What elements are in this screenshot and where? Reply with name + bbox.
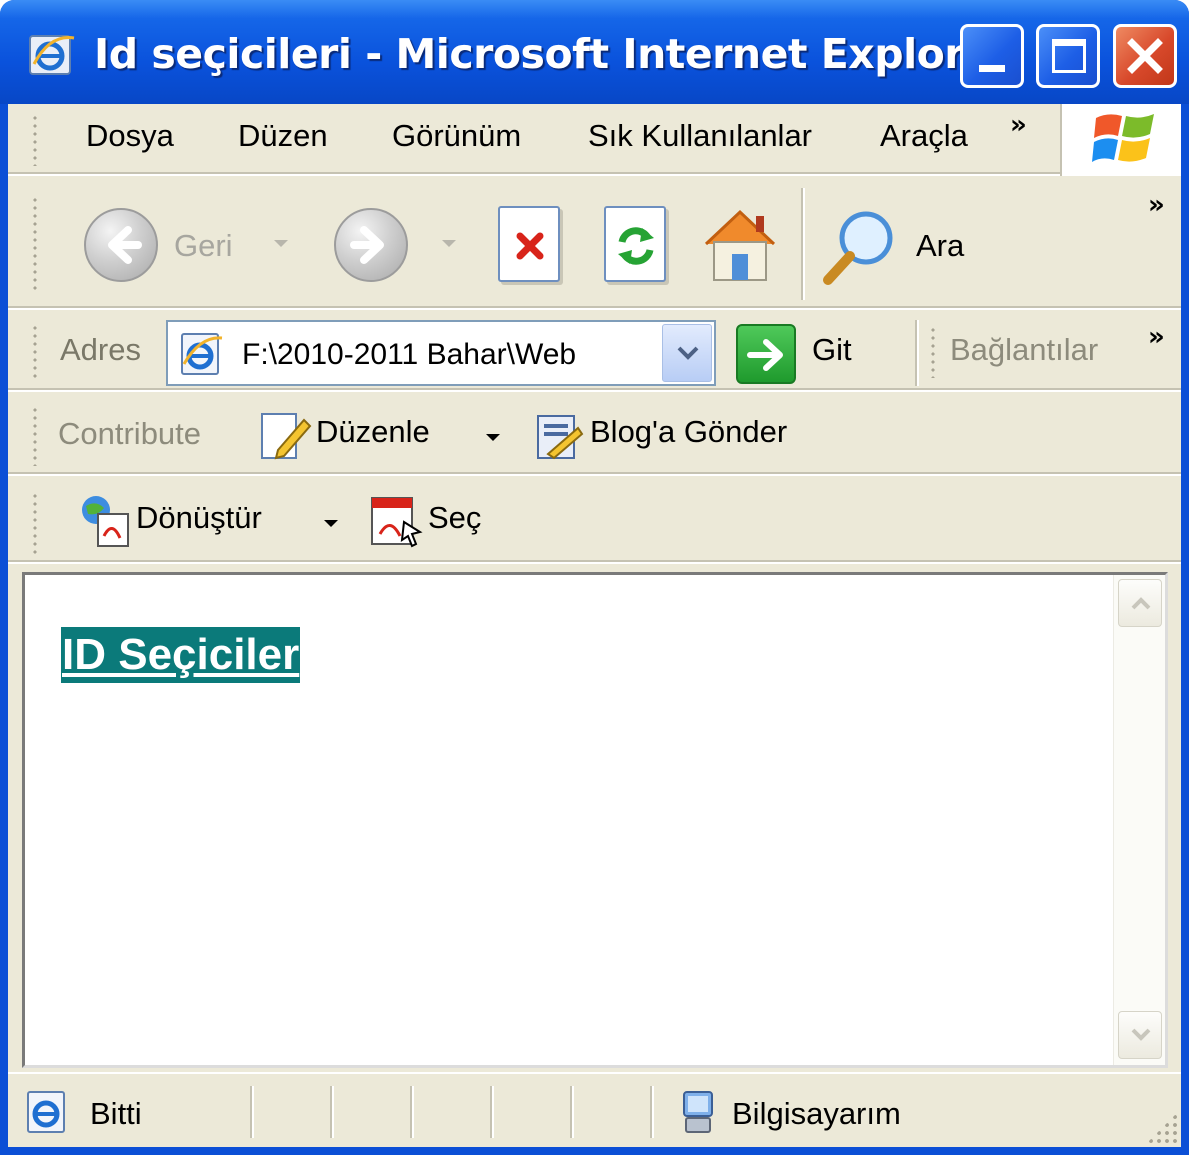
toolbar-grip[interactable] (32, 406, 38, 466)
contribute-toolbar: Contribute Düzenle Blog'a Gönder (8, 394, 1181, 476)
minimize-icon (979, 65, 1005, 72)
menu-tools-label: Araçla (880, 118, 968, 153)
convert-dropdown-arrow[interactable] (324, 520, 338, 527)
page-viewport[interactable]: ID Seçiciler (22, 572, 1168, 1068)
forward-dropdown-arrow[interactable] (442, 240, 456, 247)
contribute-label: Contribute (58, 416, 202, 451)
address-field[interactable]: F:\2010-2011 Bahar\Web (166, 320, 716, 386)
computer-icon (683, 1091, 713, 1133)
window-title: Id seçicileri - Microsoft Internet Explo… (94, 30, 1012, 78)
zone-text: Bilgisayarım (732, 1096, 901, 1131)
menu-favorites-label: Sık Kullanılanlar (588, 118, 813, 153)
status-separator (410, 1086, 412, 1138)
toolbar-grip[interactable] (32, 492, 38, 554)
search-icon (823, 211, 893, 285)
chevron-down-icon (677, 346, 699, 360)
standard-toolbar: Geri Ara » (8, 178, 1181, 310)
menu-file[interactable]: Dosya (86, 118, 174, 154)
status-separator (250, 1086, 252, 1138)
vertical-scrollbar[interactable] (1113, 575, 1165, 1065)
stop-icon (516, 232, 544, 260)
refresh-button[interactable] (604, 206, 666, 282)
menu-tools[interactable]: Araçla (880, 118, 968, 154)
ie-icon (29, 35, 75, 75)
close-button[interactable] (1113, 24, 1177, 88)
address-label: Adres (60, 332, 141, 367)
edit-label[interactable]: Düzenle (316, 414, 430, 450)
resize-grip-icon[interactable] (1147, 1113, 1177, 1143)
go-label[interactable]: Git (812, 332, 852, 368)
close-icon (1127, 38, 1163, 74)
page-heading: ID Seçiciler (61, 627, 301, 683)
select-pdf-icon[interactable] (368, 492, 424, 550)
menu-edit[interactable]: Düzen (238, 118, 328, 154)
forward-icon (350, 226, 384, 264)
search-button[interactable] (820, 206, 902, 290)
forward-button[interactable] (334, 208, 408, 282)
toolbar-grip[interactable] (32, 196, 38, 294)
blog-icon[interactable] (534, 410, 586, 462)
toolbar-separator (801, 188, 803, 300)
status-separator (650, 1086, 652, 1138)
blog-label[interactable]: Blog'a Gönder (590, 414, 787, 450)
back-label: Geri (174, 228, 233, 263)
go-arrow-icon (747, 339, 783, 371)
toolbar-grip[interactable] (930, 326, 936, 378)
edit-dropdown-arrow[interactable] (486, 434, 500, 441)
menu-file-label: Dosya (86, 118, 174, 153)
home-button[interactable] (698, 202, 780, 286)
scroll-up-button[interactable] (1118, 579, 1162, 627)
toolbar-grip[interactable] (32, 324, 38, 380)
address-value: F:\2010-2011 Bahar\Web (242, 338, 577, 371)
status-separator (490, 1086, 492, 1138)
menu-overflow-chevron[interactable]: » (1010, 110, 1027, 140)
home-icon (704, 209, 776, 281)
menu-view-label: Görünüm (392, 118, 522, 153)
stop-button[interactable] (498, 206, 560, 282)
pdf-toolbar: Dönüştür Seç (8, 478, 1181, 564)
back-button[interactable] (84, 208, 158, 282)
minimize-button[interactable] (960, 24, 1024, 88)
search-label: Ara (916, 228, 965, 263)
links-overflow-chevron[interactable]: » (1148, 322, 1165, 352)
address-dropdown-button[interactable] (662, 324, 712, 382)
status-separator (570, 1086, 572, 1138)
status-bar: Bitti Bilgisayarım (8, 1072, 1181, 1147)
chevron-down-icon (1131, 1028, 1151, 1041)
address-bar: Adres F:\2010-2011 Bahar\Web Git Bağlant… (8, 312, 1181, 392)
menu-view[interactable]: Görünüm (392, 118, 521, 154)
go-button[interactable] (736, 324, 796, 384)
back-dropdown-arrow[interactable] (274, 240, 288, 247)
select-label[interactable]: Seç (428, 500, 481, 536)
refresh-icon (618, 227, 654, 265)
browser-client-area: Dosya Düzen Görünüm Sık Kullanılanlar Ar… (8, 104, 1181, 1147)
menu-bar: Dosya Düzen Görünüm Sık Kullanılanlar Ar… (8, 104, 1181, 176)
maximize-button[interactable] (1036, 24, 1100, 88)
convert-pdf-icon[interactable] (78, 492, 134, 548)
links-label[interactable]: Bağlantılar (950, 332, 1098, 368)
scroll-down-button[interactable] (1118, 1011, 1162, 1059)
back-icon (108, 226, 142, 264)
edit-icon[interactable] (258, 410, 312, 462)
title-bar[interactable]: Id seçicileri - Microsoft Internet Explo… (0, 0, 1189, 104)
status-separator (330, 1086, 332, 1138)
browser-window: Id seçicileri - Microsoft Internet Explo… (0, 0, 1189, 1155)
chevron-up-icon (1131, 597, 1151, 610)
convert-label[interactable]: Dönüştür (136, 500, 262, 536)
toolbar-separator (915, 320, 917, 386)
menu-edit-label: Düzen (238, 118, 328, 153)
windows-logo-icon (1092, 114, 1154, 162)
toolbar-overflow-chevron[interactable]: » (1148, 190, 1165, 220)
page-icon (27, 1091, 65, 1133)
status-text: Bitti (90, 1096, 142, 1131)
menu-favorites[interactable]: Sık Kullanılanlar (588, 118, 812, 154)
windows-logo-area (1060, 104, 1181, 176)
maximize-icon (1052, 39, 1086, 73)
toolbar-grip[interactable] (32, 114, 38, 166)
page-icon (181, 333, 223, 375)
